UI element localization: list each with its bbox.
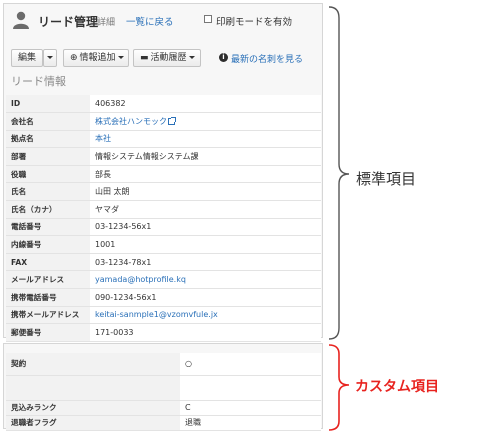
field-label: 役職 xyxy=(6,165,90,184)
field-value[interactable]: 株式会社ハンモック xyxy=(95,117,167,126)
field-label: 契約 xyxy=(6,353,180,376)
table-row: FAX 03-1234-78x1 xyxy=(6,253,321,272)
briefcase-icon: ▬ xyxy=(140,53,149,63)
table-row: 内線番号 1001 xyxy=(6,235,321,254)
field-value: 03-1234-56x1 xyxy=(90,218,321,237)
table-row: 役職 部長 xyxy=(6,165,321,184)
field-value: 山田 太朗 xyxy=(90,182,321,202)
table-row: 会社名 株式会社ハンモック xyxy=(6,112,321,131)
edit-button[interactable]: 編集 xyxy=(11,49,43,67)
table-row: 部署 情報システム情報システム課 xyxy=(6,147,321,166)
field-label: 氏名（カナ） xyxy=(6,200,90,219)
standard-bracket xyxy=(328,6,350,340)
field-value: 1001 xyxy=(90,235,321,254)
branch-name-link[interactable]: 本社 xyxy=(90,130,321,149)
field-label: FAX xyxy=(6,253,90,272)
field-value: 情報システム情報システム課 xyxy=(90,147,321,166)
page-title: リード管理 xyxy=(38,15,99,29)
table-row: 携帯メールアドレス keitai-sanmple1@vzomvfule.jx xyxy=(6,306,321,325)
print-mode-label: 印刷モードを有効 xyxy=(216,17,293,28)
custom-bracket xyxy=(328,344,350,431)
field-value xyxy=(180,375,321,401)
custom-fields-table: 契約 ○ 見込みランク C 退職者フラグ 退職 xyxy=(6,353,321,431)
standard-fields-label: 標準項目 xyxy=(356,170,417,188)
field-value: 171-0033 xyxy=(90,323,321,342)
field-value: 退職 xyxy=(180,415,321,431)
field-value: 03-1234-78x1 xyxy=(90,253,321,272)
table-row: 電話番号 03-1234-56x1 xyxy=(6,218,321,237)
table-row: 契約 ○ xyxy=(6,353,321,376)
field-label: 見込みランク xyxy=(6,400,180,416)
chevron-down-icon xyxy=(117,56,124,59)
table-row: ID 406382 xyxy=(6,95,321,114)
field-label: 氏名 xyxy=(6,182,90,202)
chevron-down-icon xyxy=(47,56,53,59)
field-label xyxy=(6,375,180,401)
field-label: 携帯電話番号 xyxy=(6,288,90,307)
field-label: 電話番号 xyxy=(6,218,90,237)
field-label: 会社名 xyxy=(6,112,90,131)
table-row: 氏名（カナ） ヤマダ xyxy=(6,200,321,219)
print-mode-checkbox[interactable] xyxy=(204,15,212,23)
table-row: 携帯電話番号 090-1234-56x1 xyxy=(6,288,321,307)
table-row: 退職者フラグ 退職 xyxy=(6,415,321,431)
lead-detail-panel: リード管理 詳細 一覧に戻る 印刷モードを有効 編集 ⊕ 情報追加 ▬ 活動履歴 i… xyxy=(3,3,323,342)
field-value: C xyxy=(180,400,321,416)
activity-history-button[interactable]: ▬ 活動履歴 xyxy=(133,49,201,67)
field-value: ○ xyxy=(180,353,321,376)
info-icon: i xyxy=(219,53,228,62)
table-row: 氏名 山田 太朗 xyxy=(6,182,321,202)
field-label: ID xyxy=(6,95,90,114)
latest-business-card-link[interactable]: 最新の名刺を見る xyxy=(231,52,303,65)
field-value: 090-1234-56x1 xyxy=(90,288,321,307)
standard-fields-table: ID 406382 会社名 株式会社ハンモック 拠点名 本社 部署 情報システム情報シス… xyxy=(6,95,321,342)
edit-dropdown-button[interactable] xyxy=(43,49,57,67)
field-value: 406382 xyxy=(90,95,321,114)
email-link[interactable]: yamada@hotprofile.kq xyxy=(90,270,321,290)
table-row xyxy=(6,375,321,401)
field-value: ヤマダ xyxy=(90,200,321,219)
field-label: メールアドレス xyxy=(6,270,90,290)
section-title: リード情報 xyxy=(11,75,66,88)
plus-circle-icon: ⊕ xyxy=(70,53,78,63)
back-to-list-link[interactable]: 一覧に戻る xyxy=(126,14,174,28)
mobile-email-link[interactable]: keitai-sanmple1@vzomvfule.jx xyxy=(90,306,321,325)
chevron-down-icon xyxy=(188,56,195,59)
field-label: 携帯メールアドレス xyxy=(6,306,90,325)
field-label: 内線番号 xyxy=(6,235,90,254)
custom-fields-panel: 契約 ○ 見込みランク C 退職者フラグ 退職 xyxy=(3,343,323,431)
external-link-icon[interactable] xyxy=(168,116,176,125)
field-label: 郵便番号 xyxy=(6,323,90,342)
field-label: 拠点名 xyxy=(6,130,90,149)
user-icon xyxy=(13,11,29,29)
table-row: メールアドレス yamada@hotprofile.kq xyxy=(6,270,321,290)
table-row: 郵便番号 171-0033 xyxy=(6,323,321,342)
page-subtitle: 詳細 xyxy=(97,18,116,28)
field-value: 部長 xyxy=(90,165,321,184)
field-label: 部署 xyxy=(6,147,90,166)
table-row: 拠点名 本社 xyxy=(6,130,321,149)
add-info-button[interactable]: ⊕ 情報追加 xyxy=(63,49,129,67)
custom-fields-label: カスタム項目 xyxy=(355,379,439,395)
company-name-link[interactable]: 株式会社ハンモック xyxy=(90,112,321,131)
page-header: リード管理 詳細 一覧に戻る 印刷モードを有効 xyxy=(4,4,322,36)
field-label: 退職者フラグ xyxy=(6,415,180,431)
table-row: 見込みランク C xyxy=(6,400,321,416)
